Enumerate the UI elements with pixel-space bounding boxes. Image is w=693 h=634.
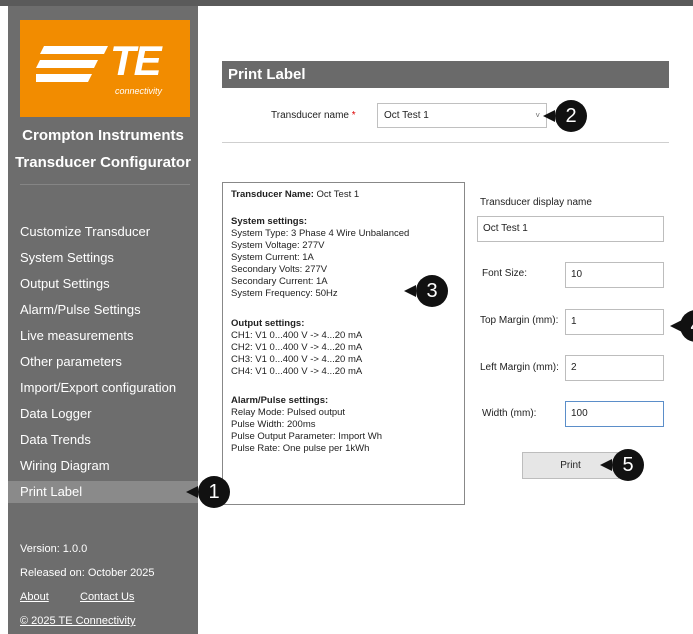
preview-system-line: System Voltage: 277V [231,240,325,251]
preview-name-line: Transducer Name: Oct Test 1 [231,189,359,200]
font-size-input[interactable]: 10 [565,262,664,288]
top-margin-input[interactable]: 1 [565,309,664,335]
product-name: Transducer Configurator [15,154,191,171]
sidebar-item-other-parameters[interactable]: Other parameters [8,351,198,373]
left-margin-input[interactable]: 2 [565,355,664,381]
preview-output-line: CH1: V1 0...400 V -> 4...20 mA [231,330,363,341]
released-text: Released on: October 2025 [20,567,155,579]
callout-pointer [186,486,198,498]
logo-tagline: connectivity [115,86,163,96]
contact-link[interactable]: Contact Us [80,591,134,603]
transducer-name-value: Oct Test 1 [384,110,429,121]
company-name: Crompton Instruments [22,127,184,144]
required-mark: * [351,110,356,121]
label-preview: Transducer Name: Oct Test 1 System setti… [222,182,465,505]
display-name-input[interactable]: Oct Test 1 [477,216,664,242]
preview-name-value: Oct Test 1 [316,189,360,200]
width-label: Width (mm): [482,408,537,419]
sidebar-item-output-settings[interactable]: Output Settings [8,273,198,295]
preview-output-heading: Output settings: [231,318,305,329]
sidebar-item-print-label[interactable]: Print Label [8,481,198,503]
callout-pointer [404,285,416,297]
sidebar-item-system-settings[interactable]: System Settings [8,247,198,269]
preview-output-line: CH4: V1 0...400 V -> 4...20 mA [231,366,363,377]
preview-system-heading: System settings: [231,216,308,227]
font-size-label: Font Size: [482,268,528,279]
preview-alarm-line: Relay Mode: Pulsed output [231,407,346,418]
section-divider [222,142,669,143]
transducer-name-label-text: Transducer name [271,110,349,121]
left-margin-label: Left Margin (mm): [480,362,559,373]
callout-marker: 4 [680,310,693,342]
te-logo-stripes-icon [36,46,108,82]
sidebar-item-customize-transducer[interactable]: Customize Transducer [8,221,198,243]
callout-pointer [543,110,555,122]
width-input[interactable]: 100 [565,401,664,427]
preview-alarm-heading: Alarm/Pulse settings: [231,395,329,406]
callout-marker: 1 [198,476,230,508]
sidebar-item-import-export[interactable]: Import/Export configuration [8,377,198,399]
preview-system-line: System Current: 1A [231,252,314,263]
callout-marker: 3 [416,275,448,307]
display-name-label: Transducer display name [480,197,592,208]
te-logo: TE connectivity [20,20,190,117]
version-text: Version: 1.0.0 [20,543,88,555]
preview-system-line: System Frequency: 50Hz [231,288,338,299]
transducer-name-label: Transducer name * [271,110,356,121]
chevron-down-icon: ˅ [535,111,540,120]
sidebar-item-data-trends[interactable]: Data Trends [8,429,198,451]
preview-system-line: System Type: 3 Phase 4 Wire Unbalanced [231,228,410,239]
sidebar-item-data-logger[interactable]: Data Logger [8,403,198,425]
transducer-name-dropdown[interactable]: Oct Test 1 ˅ [377,103,547,128]
preview-alarm-line: Pulse Output Parameter: Import Wh [231,431,383,442]
sidebar-item-live-measurements[interactable]: Live measurements [8,325,198,347]
page-title: Print Label [222,61,669,88]
preview-name-label: Transducer Name: [231,189,314,200]
preview-output-line: CH3: V1 0...400 V -> 4...20 mA [231,354,363,365]
preview-alarm-line: Pulse Rate: One pulse per 1kWh [231,443,370,454]
copyright-link[interactable]: © 2025 TE Connectivity [20,615,136,627]
callout-marker: 5 [612,449,644,481]
preview-alarm-line: Pulse Width: 200ms [231,419,316,430]
callout-marker: 2 [555,100,587,132]
top-margin-label: Top Margin (mm): [480,315,559,326]
about-link[interactable]: About [20,591,49,603]
sidebar-item-alarm-pulse-settings[interactable]: Alarm/Pulse Settings [8,299,198,321]
sidebar-divider [20,184,190,185]
callout-pointer [600,459,612,471]
preview-output-line: CH2: V1 0...400 V -> 4...20 mA [231,342,363,353]
logo-brand: TE [110,37,162,84]
sidebar-item-wiring-diagram[interactable]: Wiring Diagram [8,455,198,477]
preview-system-line: Secondary Current: 1A [231,276,328,287]
preview-system-line: Secondary Volts: 277V [231,264,328,275]
